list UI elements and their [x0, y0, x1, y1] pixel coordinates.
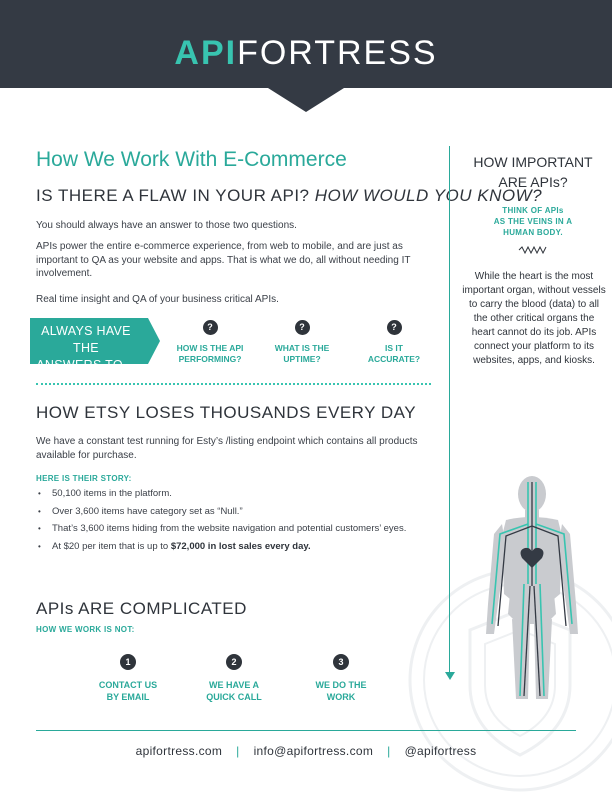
- sidebar-title-line: HOW IMPORTANT: [473, 154, 593, 170]
- question-mark-icon: ?: [294, 320, 310, 335]
- etsy-heading: HOW ETSY LOSES THOUSANDS EVERY DAY: [36, 403, 417, 422]
- always-have-banner: ALWAYS HAVE THE ANSWERS TO…: [30, 318, 160, 372]
- sidebar-subtitle-line: HUMAN BODY.: [503, 228, 563, 237]
- footer-divider: [36, 730, 576, 731]
- banner-text: ALWAYS HAVE THE ANSWERS TO…: [30, 323, 142, 374]
- paragraph-apis: APIs power the entire e-commerce experie…: [36, 241, 411, 279]
- step-label: WE DO THE WORK: [296, 680, 386, 703]
- question-label: HOW IS THE API PERFORMING?: [165, 343, 255, 365]
- footer-social-handle[interactable]: @apifortress: [405, 744, 477, 758]
- question-label-line: IS IT: [385, 343, 403, 353]
- step-label-line: WE DO THE: [315, 680, 367, 690]
- question-label-line: ACCURATE?: [367, 354, 421, 364]
- step-number-badge: 3: [333, 654, 349, 670]
- step-call: 2 WE HAVE A QUICK CALL: [189, 652, 279, 703]
- question-label-line: UPTIME?: [283, 354, 321, 364]
- page-footer: apifortress.com | info@apifortress.com | @ap…: [0, 744, 612, 758]
- sidebar-subtitle-line: AS THE VEINS IN A: [493, 217, 573, 226]
- step-work: 3 WE DO THE WORK: [296, 652, 386, 703]
- sidebar-title-line: ARE APIs?: [498, 174, 568, 190]
- human-body-veins-icon: [486, 476, 578, 699]
- complicated-subheading: HOW WE WORK IS NOT:: [36, 625, 135, 634]
- complicated-heading: APIs ARE COMPLICATED: [36, 599, 247, 618]
- story-label: HERE IS THEIR STORY:: [36, 474, 132, 483]
- story-list: 50,100 items in the platform. Over 3,600…: [36, 488, 426, 558]
- list-item: That’s 3,600 items hiding from the websi…: [36, 523, 426, 536]
- question-label-line: PERFORMING?: [178, 354, 242, 364]
- list-item-text: At $20 per item that is up to: [52, 540, 171, 552]
- step-number-badge: 2: [226, 654, 242, 670]
- list-item: 50,100 items in the platform.: [36, 488, 426, 501]
- step-contact: 1 CONTACT US BY EMAIL: [83, 652, 173, 703]
- banner-line-1: ALWAYS HAVE THE: [41, 324, 131, 355]
- sidebar-title: HOW IMPORTANT ARE APIs?: [458, 152, 608, 192]
- step-label-line: BY EMAIL: [106, 691, 150, 702]
- step-label: CONTACT US BY EMAIL: [83, 680, 173, 703]
- logo: APIFORTRESS: [0, 34, 612, 73]
- step-label-line: WORK: [326, 691, 356, 702]
- step-label-line: QUICK CALL: [206, 691, 262, 702]
- footer-separator: |: [387, 744, 391, 758]
- question-accuracy: ? IS IT ACCURATE?: [349, 317, 439, 365]
- flaw-heading-text: IS THERE A FLAW IN YOUR API?: [36, 186, 310, 205]
- question-mark-icon: ?: [202, 320, 218, 335]
- question-label: IS IT ACCURATE?: [349, 343, 439, 365]
- logo-api-text: API: [174, 34, 238, 72]
- sidebar-text: While the heart is the most important or…: [462, 271, 606, 366]
- paragraph-realtime: Real time insight and QA of your busines…: [36, 294, 279, 305]
- list-item: Over 3,600 items have category set as “N…: [36, 506, 426, 519]
- question-label: WHAT IS THE UPTIME?: [257, 343, 347, 365]
- step-label: WE HAVE A QUICK CALL: [189, 680, 279, 703]
- question-label-line: WHAT IS THE: [274, 343, 330, 353]
- etsy-paragraph: We have a constant test running for Esty…: [36, 436, 418, 461]
- step-label-line: WE HAVE A: [208, 680, 259, 690]
- question-uptime: ? WHAT IS THE UPTIME?: [257, 317, 347, 365]
- sidebar-divider: [449, 146, 450, 674]
- page-header: APIFORTRESS: [0, 0, 612, 112]
- dotted-divider: [36, 383, 431, 385]
- lost-sales-highlight: $72,000 in lost sales every day.: [170, 540, 311, 552]
- wave-divider-icon: [518, 246, 547, 254]
- paragraph-intro: You should always have an answer to thos…: [36, 220, 297, 231]
- sidebar-subtitle: THINK OF APIs AS THE VEINS IN A HUMAN BO…: [458, 205, 608, 238]
- banner-line-2: ANSWERS TO…: [36, 358, 136, 372]
- question-mark-icon: ?: [386, 320, 402, 335]
- sidebar-subtitle-line: THINK OF APIs: [502, 206, 564, 215]
- footer-separator: |: [236, 744, 240, 758]
- list-item: At $20 per item that is up to $72,000 in…: [36, 541, 426, 554]
- question-performance: ? HOW IS THE API PERFORMING?: [165, 317, 255, 365]
- logo-fortress-text: FORTRESS: [237, 34, 438, 72]
- footer-email-link[interactable]: info@apifortress.com: [254, 744, 374, 758]
- divider-arrow-icon: [445, 672, 455, 680]
- question-label-line: HOW IS THE API: [176, 343, 244, 353]
- page-title: How We Work With E-Commerce: [36, 148, 347, 171]
- step-label-line: CONTACT US: [98, 680, 158, 690]
- footer-website-link[interactable]: apifortress.com: [136, 744, 223, 758]
- step-number-badge: 1: [120, 654, 136, 670]
